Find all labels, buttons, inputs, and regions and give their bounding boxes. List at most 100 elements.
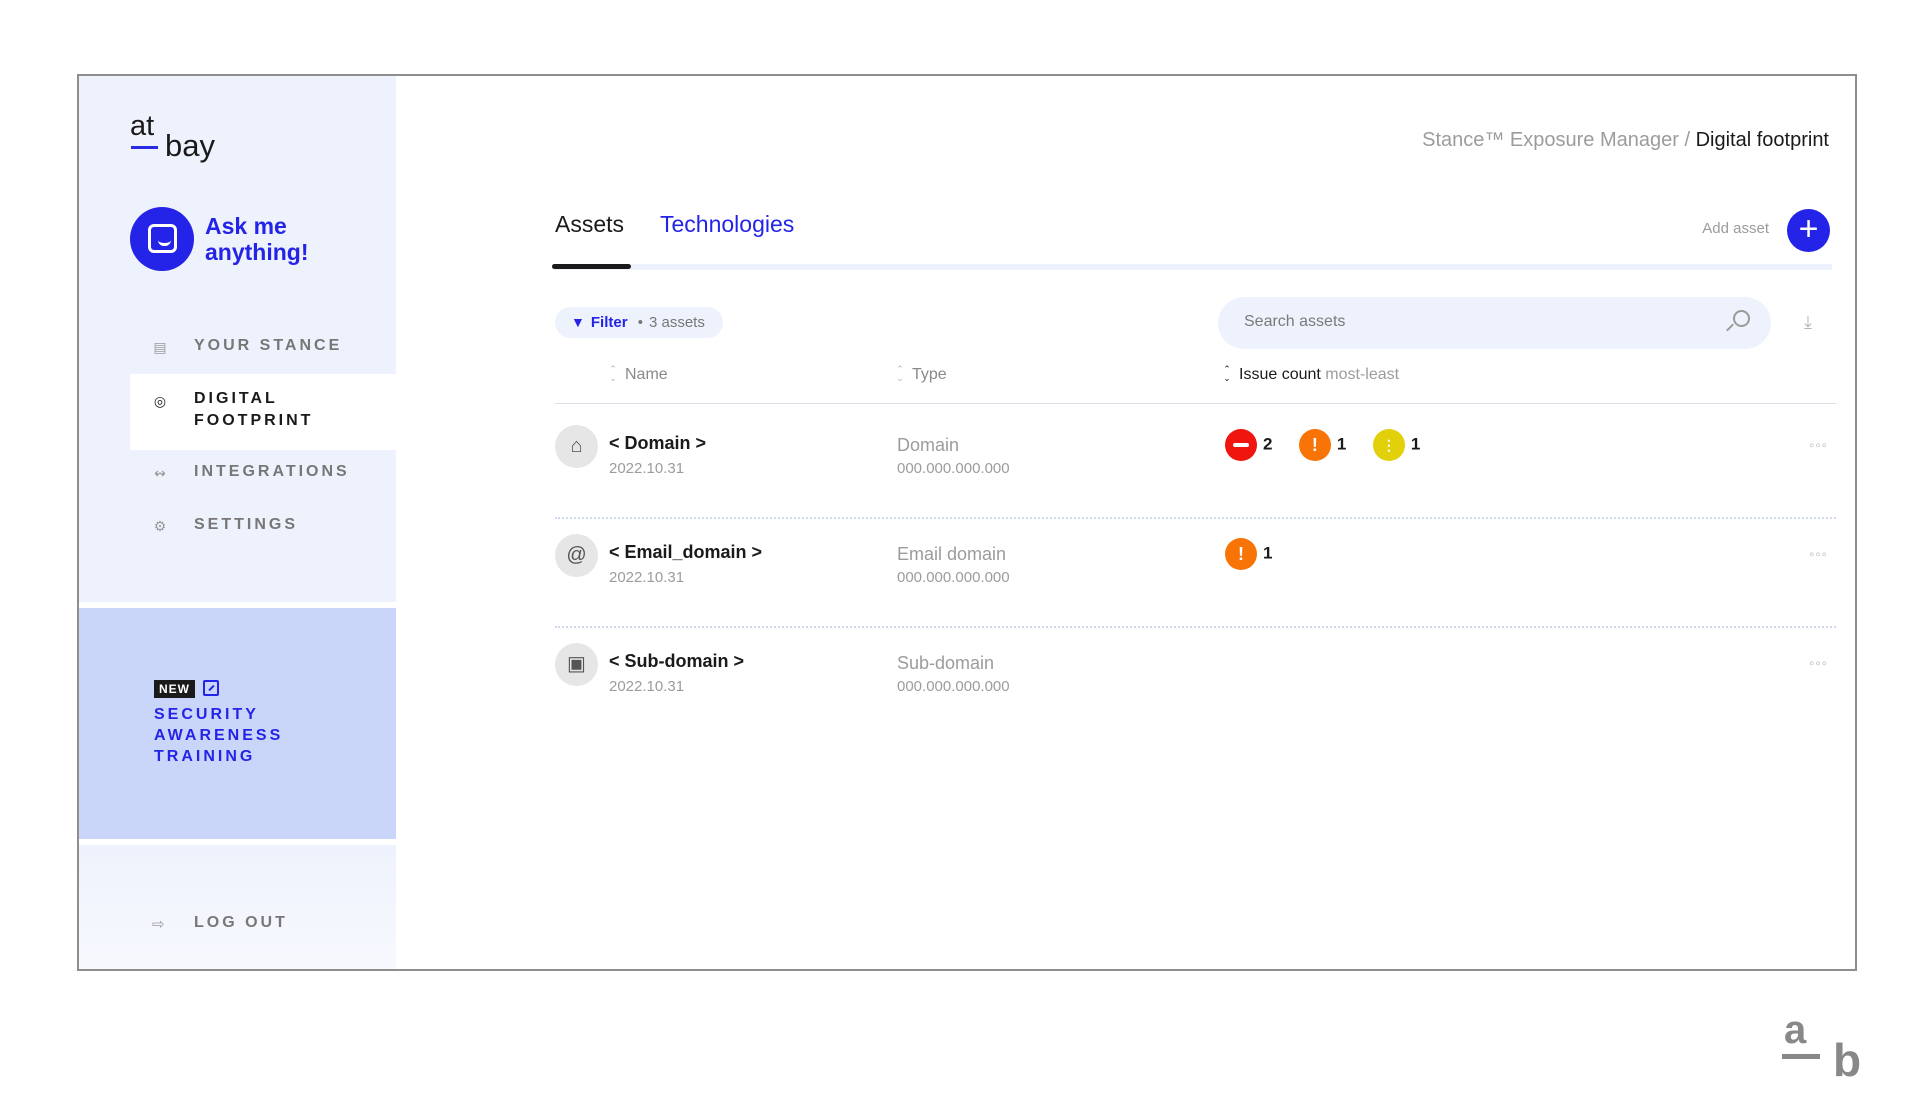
breadcrumb: Stance™ Exposure Manager / Digital footp… [1422,129,1829,152]
breadcrumb-current: Digital footprint [1695,129,1829,151]
logo-bay: bay [165,128,215,163]
brand-letter-b: b [1833,1034,1862,1086]
logout-icon: ⇨ [152,916,165,933]
column-header-type[interactable]: ⌃ ⌄ Type [894,364,947,384]
ab-brand-mark: a b [1782,1010,1872,1090]
sidebar-item-integrations[interactable]: ↭ INTEGRATIONS [130,450,396,494]
add-asset-label[interactable]: Add asset [1702,220,1769,237]
search-input[interactable]: Search assets [1218,297,1771,349]
download-icon[interactable]: ⤓ [1804,312,1812,333]
issue-high[interactable]: ! 1 [1298,429,1347,461]
critical-icon [1225,429,1257,461]
issue-high[interactable]: ! 1 [1225,538,1272,570]
warning-icon: ! [1298,429,1331,461]
column-label: Name [625,366,668,383]
issue-critical[interactable]: 2 [1225,429,1272,461]
sidebar-item-digital-footprint[interactable]: ◎ DIGITAL FOOTPRINT [130,374,396,450]
chart-icon: ▤ [153,339,167,355]
asset-name[interactable]: < Email_domain > [609,542,762,563]
integrations-icon: ↭ [154,465,166,481]
ask-me-anything-label: Ask me anything! [205,213,309,265]
promo-title: SECURITY AWARENESS TRAINING [154,706,284,765]
add-asset-button[interactable]: + [1787,209,1830,252]
column-label: Issue count [1239,366,1321,383]
logout-label: LOG OUT [194,914,288,931]
tab-technologies[interactable]: Technologies [660,211,794,238]
logo-at: at [130,110,155,142]
column-header-name[interactable]: ⌃ ⌄ Name [607,364,668,384]
tab-track [552,264,1832,270]
at-bay-logo[interactable]: at bay [130,112,240,168]
active-tab-indicator [552,264,631,269]
asset-name[interactable]: < Sub-domain > [609,651,744,672]
warning-icon: ! [1225,538,1257,570]
sidebar-item-label: SETTINGS [194,516,299,533]
asset-date: 2022.10.31 [609,460,685,477]
filter-icon: ▼ [571,314,585,330]
header-divider [555,403,1836,404]
issue-medium[interactable]: ⋮ 1 [1372,429,1421,461]
logout-button[interactable]: ⇨ LOG OUT [130,910,370,940]
filter-separator: • [637,314,643,331]
filter-button[interactable]: ▼ Filter • 3 assets [555,307,723,338]
breadcrumb-parent[interactable]: Stance™ Exposure Manager [1422,129,1679,151]
asset-type: Email domain [897,544,1007,564]
column-label: Type [912,366,947,383]
asset-date: 2022.10.31 [609,569,685,586]
more-options-icon[interactable]: ◦◦◦ [1809,437,1828,454]
asset-type: Sub-domain [897,653,995,673]
tab-bar: Assets Technologies [552,211,1832,271]
filter-label: Filter [590,314,628,331]
asset-ip: 000.000.000.000 [897,460,1010,477]
table-row[interactable]: ⌂ < Domain > 2022.10.31 Domain 000.000.0… [555,409,1836,517]
at-sign-icon: @ [555,534,598,577]
globe-icon: ◎ [153,393,167,409]
tab-assets[interactable]: Assets [555,211,624,238]
security-awareness-training-link[interactable]: NEW SECURITY AWARENESS TRAINING [154,680,374,767]
gear-icon: ⚙ [153,518,167,534]
medium-severity-icon: ⋮ [1372,429,1405,461]
ask-me-anything-button[interactable]: Ask me anything! [130,207,370,273]
issue-counts: ! 1 [1225,538,1294,572]
sidebar-item-label: DIGITAL FOOTPRINT [194,390,314,429]
main-content: Stance™ Exposure Manager / Digital footp… [396,76,1855,969]
sort-icon: ⌃ ⌄ [609,364,617,383]
sidebar-item-your-stance[interactable]: ▤ YOUR STANCE [130,324,396,368]
chat-icon [130,207,194,271]
sidebar-bottom-panel [79,845,396,969]
more-options-icon[interactable]: ◦◦◦ [1809,655,1828,672]
sort-order-label: most-least [1325,366,1400,383]
sort-desc-icon: ⌃ ⌄ [1223,364,1231,383]
plus-icon: + [1798,210,1819,248]
issue-count: 1 [1410,434,1421,454]
asset-ip: 000.000.000.000 [897,678,1010,695]
external-link-icon [203,680,219,696]
asset-date: 2022.10.31 [609,678,685,695]
brand-underline [1782,1054,1820,1059]
search-icon[interactable] [1727,310,1750,334]
logo-underline [131,146,158,149]
table-row[interactable]: ▣ < Sub-domain > 2022.10.31 Sub-domain 0… [555,627,1836,735]
issue-counts: 2 ! 1 ⋮ 1 [1225,429,1442,463]
search-placeholder: Search assets [1244,313,1346,330]
sidebar-item-label: INTEGRATIONS [194,463,350,480]
sidebar: at bay Ask me anything! ▤ YOUR STANCE ◎ … [79,76,396,969]
asset-ip: 000.000.000.000 [897,569,1010,586]
sidebar-item-label: YOUR STANCE [194,337,343,354]
home-icon: ⌂ [555,425,598,468]
brand-letter-a: a [1784,1008,1807,1052]
sidebar-item-settings[interactable]: ⚙ SETTINGS [130,503,396,547]
filter-count: 3 assets [648,314,705,331]
issue-count: 1 [1263,543,1273,563]
asset-name[interactable]: < Domain > [609,433,706,454]
asset-type: Domain [897,435,960,455]
sort-icon: ⌃ ⌄ [896,364,904,383]
more-options-icon[interactable]: ◦◦◦ [1809,546,1828,563]
app-window: at bay Ask me anything! ▤ YOUR STANCE ◎ … [77,74,1857,971]
breadcrumb-separator: / [1678,129,1696,151]
column-header-issue-count[interactable]: ⌃ ⌄ Issue count most-least [1221,365,1399,384]
table-row[interactable]: @ < Email_domain > 2022.10.31 Email doma… [555,518,1836,626]
subdomain-icon: ▣ [555,643,598,686]
issue-count: 1 [1336,434,1347,454]
new-badge: NEW [154,680,195,698]
